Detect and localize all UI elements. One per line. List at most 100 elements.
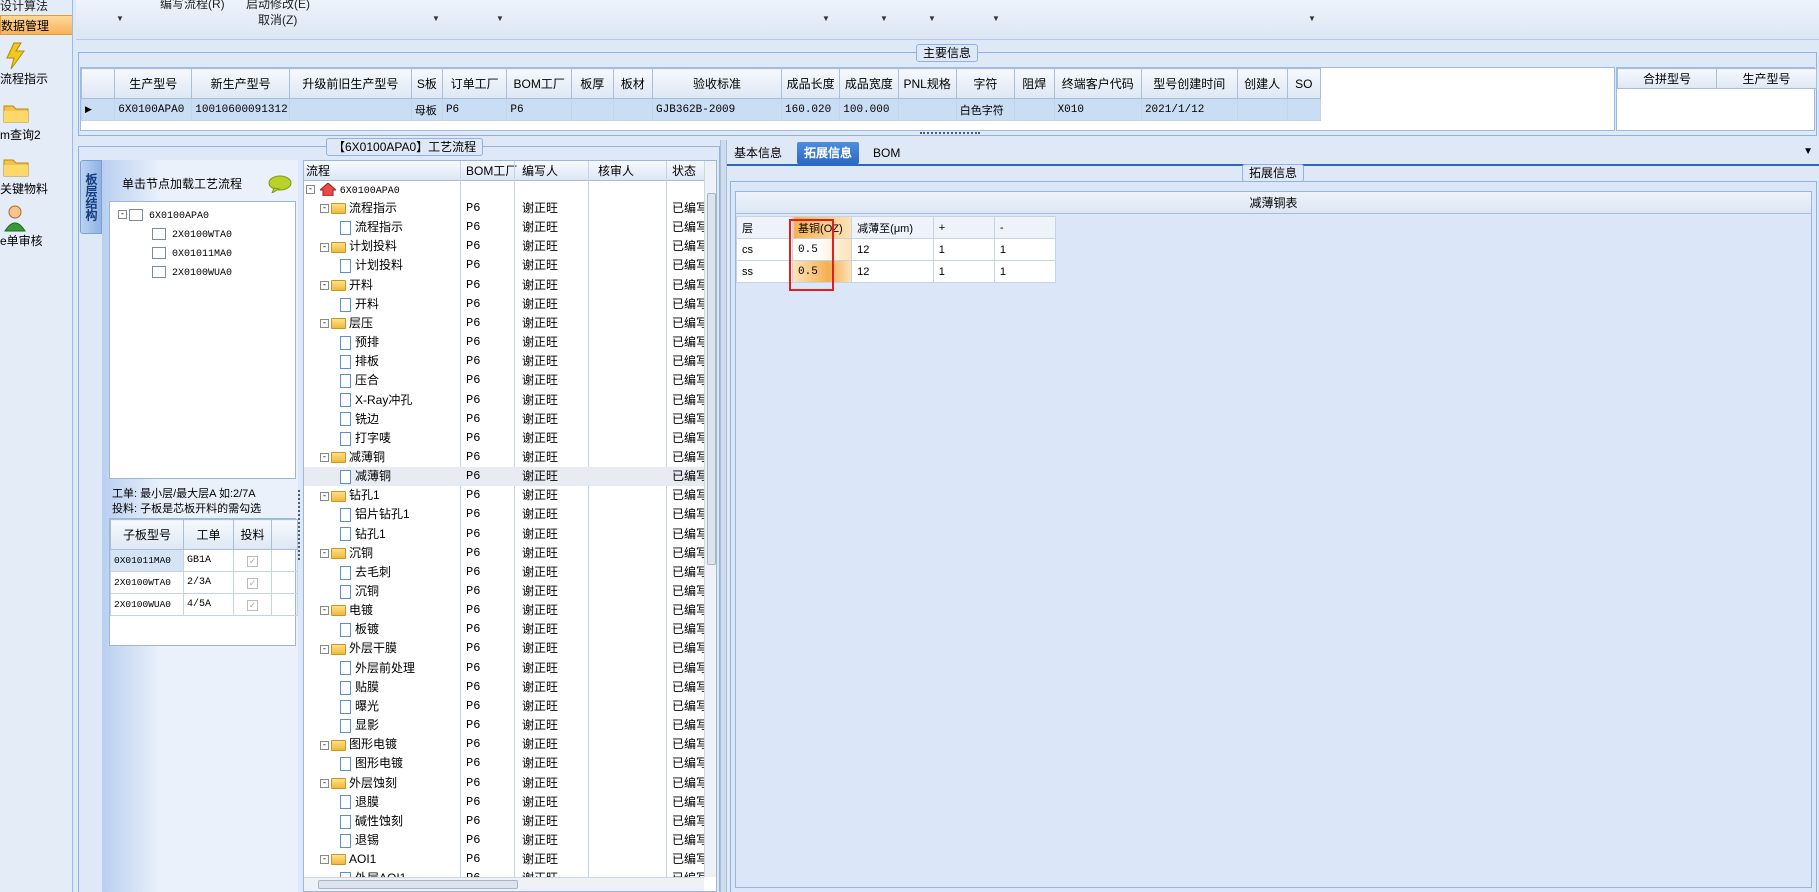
column-header[interactable]: 生产型号 <box>114 68 193 99</box>
flow-group-row[interactable]: - 沉铜 P6 谢正旺 已编写 <box>304 544 704 563</box>
cell[interactable]: 100.000 <box>839 98 899 121</box>
chevron-down-icon[interactable]: ▼ <box>496 14 504 23</box>
thin-to-cell[interactable]: 12 <box>851 238 934 261</box>
column-header[interactable]: 验收标准 <box>652 68 783 99</box>
tree-node-child[interactable]: 0X01011MA0 <box>152 243 232 262</box>
flow-step-row[interactable]: 曝光 P6 谢正旺 已编写 <box>304 697 704 716</box>
flow-step-row[interactable]: 图形电镀 P6 谢正旺 已编写 <box>304 754 704 773</box>
cell[interactable]: 6X0100APA0 <box>114 98 193 121</box>
collapse-icon[interactable]: - <box>320 644 329 654</box>
column-header[interactable]: BOM工厂 <box>506 68 572 99</box>
collapse-icon[interactable]: - <box>306 185 315 195</box>
flow-step-row[interactable]: 贴膜 P6 谢正旺 已编写 <box>304 678 704 697</box>
flow-group-row[interactable]: - AOI1 P6 谢正旺 已编写 <box>304 850 704 869</box>
collapse-icon[interactable]: - <box>320 453 329 463</box>
cell[interactable] <box>897 98 957 121</box>
column-header[interactable]: BOM工厂 <box>466 162 517 181</box>
thin-to-cell[interactable]: 12 <box>851 260 934 283</box>
plus-cell[interactable]: 1 <box>932 238 995 261</box>
nav-item-data-management[interactable]: 数据管理 <box>0 15 72 35</box>
flow-group-row[interactable]: - 减薄铜 P6 谢正旺 已编写 <box>304 448 704 467</box>
chevron-down-icon[interactable]: ▼ <box>822 14 830 23</box>
table-row[interactable]: ss 0.5 12 1 1 <box>735 260 1057 283</box>
flow-step-row[interactable]: 压合 P6 谢正旺 已编写 <box>304 371 704 390</box>
flow-step-row[interactable]: 碱性蚀刻 P6 谢正旺 已编写 <box>304 812 704 831</box>
column-header[interactable]: 生产型号 <box>1716 68 1817 89</box>
feed-checkbox[interactable]: ✓ <box>247 599 258 611</box>
column-header[interactable]: 板厚 <box>570 68 614 99</box>
collapse-icon[interactable]: - <box>320 280 329 290</box>
collapse-icon[interactable]: - <box>320 491 329 501</box>
column-header[interactable]: 型号创建时间 <box>1140 68 1238 99</box>
cell[interactable]: P6 <box>441 98 508 121</box>
sub-model-cell[interactable]: 2X0100WUA0 <box>110 593 184 616</box>
minus-cell[interactable]: 1 <box>993 260 1057 283</box>
nav-item-key-material[interactable]: 关键物料 <box>0 152 72 197</box>
column-header[interactable]: 状态 <box>672 162 696 181</box>
collapse-icon[interactable]: - <box>320 740 329 750</box>
flow-group-row[interactable]: - 流程指示 P6 谢正旺 已编写 <box>304 199 704 218</box>
chevron-down-icon[interactable]: ▼ <box>116 14 124 23</box>
feed-checkbox[interactable]: ✓ <box>247 577 258 589</box>
column-header[interactable]: 流程 <box>306 162 330 181</box>
collapse-icon[interactable]: - <box>320 549 329 559</box>
nav-header-partial[interactable]: 设计算法 <box>0 0 72 16</box>
cell[interactable]: 母板 <box>410 98 443 121</box>
collapse-icon[interactable]: - <box>320 319 329 329</box>
cell[interactable]: 2021/1/12 <box>1140 98 1238 121</box>
collapse-icon[interactable]: - <box>320 606 329 616</box>
column-header[interactable]: 创建人 <box>1236 68 1288 99</box>
flow-group-row[interactable]: - 电镀 P6 谢正旺 已编写 <box>304 601 704 620</box>
cell[interactable]: GJB362B-2009 <box>652 98 783 121</box>
column-header[interactable]: SO <box>1286 68 1322 99</box>
column-header[interactable]: 减薄至(μm) <box>851 216 934 239</box>
tab-bom[interactable]: BOM <box>866 142 907 164</box>
flow-step-row[interactable]: 退膜 P6 谢正旺 已编写 <box>304 793 704 812</box>
column-header[interactable]: 投料 <box>233 519 272 550</box>
checkbox-icon[interactable] <box>129 208 143 221</box>
tree-node-child[interactable]: 2X0100WTA0 <box>152 224 232 243</box>
column-header[interactable]: 字符 <box>955 68 1016 99</box>
cell[interactable] <box>1236 98 1288 121</box>
nav-item-query[interactable]: m查询2 <box>0 98 72 143</box>
column-header[interactable]: 终端客户代码 <box>1053 68 1142 99</box>
tree-node-root[interactable]: - 6X0100APA0 <box>118 205 209 224</box>
flow-group-row[interactable]: - 计划投料 P6 谢正旺 已编写 <box>304 237 704 256</box>
chevron-down-icon[interactable]: ▼ <box>880 14 888 23</box>
table-row[interactable]: 2X0100WUA0 4/5A ✓ <box>110 593 298 616</box>
order-cell[interactable]: 4/5A <box>183 593 234 616</box>
flow-step-row[interactable]: 流程指示 P6 谢正旺 已编写 <box>304 218 704 237</box>
cell[interactable]: 白色字符 <box>955 98 1016 121</box>
cell[interactable]: 10010600091312 <box>191 98 291 121</box>
cell[interactable]: X010 <box>1053 98 1142 121</box>
flow-group-row[interactable]: - 外层蚀刻 P6 谢正旺 已编写 <box>304 774 704 793</box>
column-header[interactable]: + <box>932 216 995 239</box>
tab-extended-info[interactable]: 拓展信息 <box>797 142 860 164</box>
flow-group-row[interactable]: - 层压 P6 谢正旺 已编写 <box>304 314 704 333</box>
collapse-icon[interactable]: - <box>320 855 329 865</box>
column-header[interactable]: 板材 <box>612 68 654 99</box>
flow-step-row[interactable]: 开料 P6 谢正旺 已编写 <box>304 295 704 314</box>
checkbox-icon[interactable] <box>152 227 166 240</box>
layer-cell[interactable]: cs <box>735 238 794 261</box>
edit-flow-menu[interactable]: 编写流程(R) <box>160 0 225 12</box>
collapse-icon[interactable]: - <box>320 242 329 252</box>
order-cell[interactable]: 2/3A <box>183 571 234 594</box>
column-header[interactable]: 核审人 <box>598 162 634 181</box>
flow-step-row[interactable]: 减薄铜 P6 谢正旺 已编写 <box>304 467 704 487</box>
flow-group-row[interactable]: - 钻孔1 P6 谢正旺 已编写 <box>304 486 704 505</box>
cancel-menu[interactable]: 取消(Z) <box>258 11 297 28</box>
column-header[interactable]: 合拼型号 <box>1617 68 1717 89</box>
flow-group-row[interactable]: - 图形电镀 P6 谢正旺 已编写 <box>304 735 704 754</box>
flow-step-row[interactable]: 退锡 P6 谢正旺 已编写 <box>304 831 704 850</box>
chevron-down-icon[interactable]: ▼ <box>928 14 936 23</box>
tree-node-child[interactable]: 2X0100WUA0 <box>152 262 232 281</box>
column-header[interactable]: 成品宽度 <box>839 68 899 99</box>
minus-cell[interactable]: 1 <box>993 238 1057 261</box>
checkbox-icon[interactable] <box>152 246 166 259</box>
vertical-splitter[interactable] <box>720 140 727 892</box>
column-header[interactable]: - <box>993 216 1057 239</box>
table-row[interactable]: 2X0100WTA0 2/3A ✓ <box>110 571 298 594</box>
flow-step-row[interactable]: 铣边 P6 谢正旺 已编写 <box>304 410 704 429</box>
flow-root-node[interactable]: - 6X0100APA0 <box>306 180 400 199</box>
